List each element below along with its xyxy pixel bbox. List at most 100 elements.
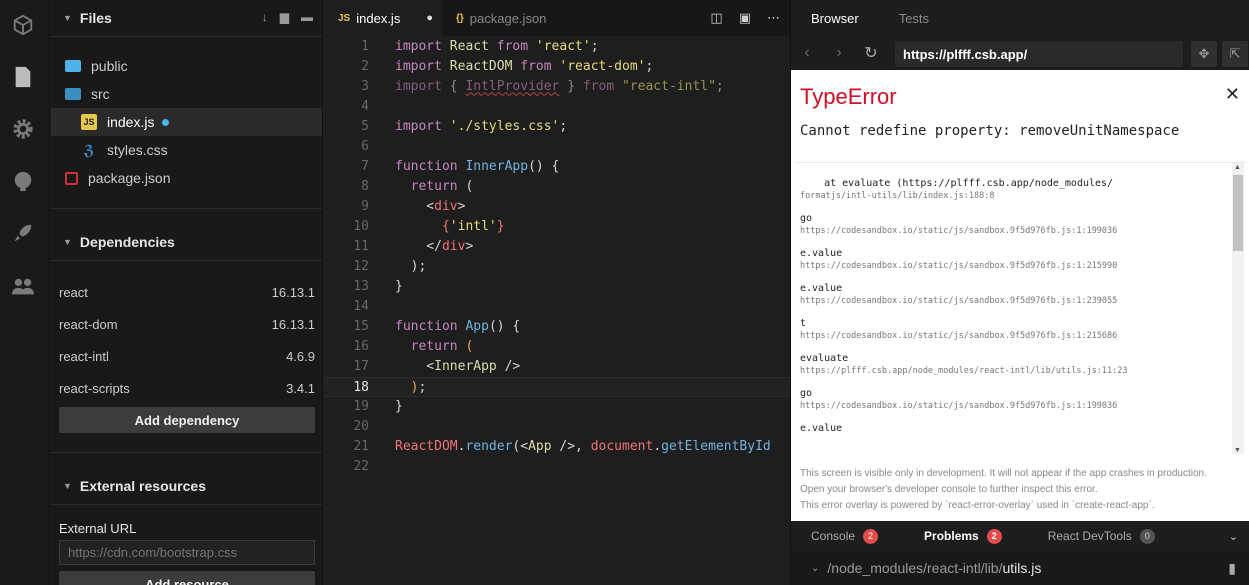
stack-frame[interactable]: go https://codesandbox.io/static/js/sandb… [800,387,1246,412]
frame-function: evaluate [800,353,849,364]
open-new-window-icon[interactable]: ⇱ [1222,41,1248,67]
stack-frame[interactable]: e.value https://codesandbox.io/static/js/… [800,282,1246,307]
files-section-header[interactable]: ▼ Files ↓ ▆ ▬ [51,0,322,36]
external-url-input[interactable] [59,540,315,565]
file-item-label: src [91,86,110,102]
move-icon[interactable]: ✥ [1191,41,1217,67]
tab-console[interactable]: Console 2 [791,528,904,544]
stack-frame[interactable]: t https://codesandbox.io/static/js/sandbo… [800,317,1246,342]
stack-scrollbar[interactable]: ▲ ▼ [1232,163,1244,454]
new-file-icon[interactable]: ▆ [280,10,289,24]
line-number: 3 [361,79,369,94]
unsaved-dot-icon [162,118,170,126]
problem-path: /node_modules/react-intl/lib/ [827,560,1003,576]
chevron-down-icon[interactable]: ⌄ [1229,530,1238,543]
stack-frame[interactable]: e.value [800,422,1246,435]
rocket-icon[interactable] [11,222,35,246]
dependency-name: react-scripts [59,380,130,396]
tab-tests[interactable]: Tests [879,11,949,26]
scrollbar-thumb[interactable] [1233,175,1243,251]
box-icon[interactable] [11,14,35,38]
stack-trace[interactable]: at evaluate (https://plfff.csb.app/node_… [795,162,1246,454]
dependency-item[interactable]: react-scripts 3.4.1 [59,376,315,400]
line-number: 2 [361,59,369,74]
css-file-icon: ℨ [83,141,95,158]
tab-package-json[interactable]: {} package.json [442,0,582,36]
code-line: 14 [324,297,790,317]
tab-label: package.json [469,10,547,26]
dependency-name: react [59,284,88,300]
file-item-package-json[interactable]: package.json [51,164,322,192]
files-title: Files [79,10,112,26]
new-folder-icon[interactable]: ▬ [301,10,313,24]
file-item-src[interactable]: src [51,80,322,108]
file-icon[interactable]: ▮ [1228,560,1236,577]
file-icon[interactable] [11,66,35,90]
line-number: 1 [361,39,369,54]
devtools-tabs: Console 2 Problems 2 React DevTools 0 ⌄ [791,521,1249,551]
close-icon[interactable]: ✕ [1225,84,1240,105]
file-item-public[interactable]: public [51,52,322,80]
more-options-icon[interactable]: ⋯ [767,10,780,26]
tab-label: index.js [356,10,401,26]
code-line: 13} [324,277,790,297]
line-number: 18 [353,380,369,395]
preview-window-icon[interactable]: ▣ [739,10,751,26]
url-input[interactable]: https://plfff.csb.app/ [895,41,1183,67]
line-number: 20 [353,419,369,434]
refresh-icon[interactable]: ↻ [855,43,887,63]
code-line: 8 return ( [324,177,790,197]
dependency-version: 16.13.1 [271,316,315,332]
github-icon[interactable] [11,170,35,194]
frame-function: e.value [800,248,843,259]
code-area[interactable]: 1 import React from 'react'; 2 import Reac… [324,37,790,477]
browser-navbar: ‹ › ↻ https://plfff.csb.app/ ✥ ⇱ [791,36,1249,70]
download-icon[interactable]: ↓ [262,10,268,24]
gear-icon[interactable] [11,118,35,142]
line-number: 5 [361,119,369,134]
tab-index-js[interactable]: JS index.js ● [324,0,442,36]
line-number: 4 [361,99,369,114]
tab-browser[interactable]: Browser [791,11,879,26]
line-number: 22 [353,459,369,474]
dependency-item[interactable]: react 16.13.1 [59,280,315,304]
users-icon[interactable] [11,276,35,300]
dependencies-section-header[interactable]: ▼ Dependencies [51,224,322,260]
stack-frame[interactable]: go https://codesandbox.io/static/js/sandb… [800,212,1246,237]
divider [51,208,322,209]
problem-file-row[interactable]: ⌄ /node_modules/react-intl/lib/utils.js … [791,551,1249,585]
footer-line: This screen is visible only in developme… [800,468,1207,479]
code-line: 11 </div> [324,237,790,257]
dependency-item[interactable]: react-dom 16.13.1 [59,312,315,336]
frame-function: e.value [800,423,843,434]
problem-file: utils.js [1002,560,1042,576]
js-file-icon: JS [81,114,97,130]
scroll-down-icon[interactable]: ▼ [1234,447,1241,454]
dependencies-title: Dependencies [79,234,175,250]
add-resource-button[interactable]: Add resource [59,571,315,585]
file-item-styles-css[interactable]: ℨ styles.css [51,136,322,164]
dependency-item[interactable]: react-intl 4.6.9 [59,344,315,368]
file-item-label: styles.css [107,142,168,158]
external-resources-section-header[interactable]: ▼ External resources [51,468,322,504]
count-badge: 0 [1139,528,1155,544]
tab-react-devtools[interactable]: React DevTools 0 [1028,528,1181,544]
files-actions: ↓ ▆ ▬ [262,10,313,24]
file-item-index-js[interactable]: JS index.js [51,108,322,136]
split-view-icon[interactable]: ◫ [710,10,722,26]
editor-actions: ◫ ▣ ⋯ [710,10,780,26]
code-line: 1 import React from 'react'; [324,37,790,57]
stack-frame[interactable]: at evaluate (https://plfff.csb.app/node_… [800,177,1246,202]
frame-location: https://plfff.csb.app/node_modules/react… [800,366,1128,376]
add-dependency-button[interactable]: Add dependency [59,407,315,433]
scroll-up-icon[interactable]: ▲ [1234,164,1241,171]
forward-arrow-icon[interactable]: › [823,44,855,62]
count-badge: 2 [986,528,1002,544]
json-tab-icon: {} [456,12,464,24]
tab-problems[interactable]: Problems 2 [904,528,1028,544]
stack-frame[interactable]: e.value https://codesandbox.io/static/js/… [800,247,1246,272]
line-number: 14 [353,299,369,314]
back-arrow-icon[interactable]: ‹ [791,44,823,62]
unsaved-dot-icon[interactable]: ● [426,12,433,24]
stack-frame[interactable]: evaluate https://plfff.csb.app/node_modul… [800,352,1246,377]
